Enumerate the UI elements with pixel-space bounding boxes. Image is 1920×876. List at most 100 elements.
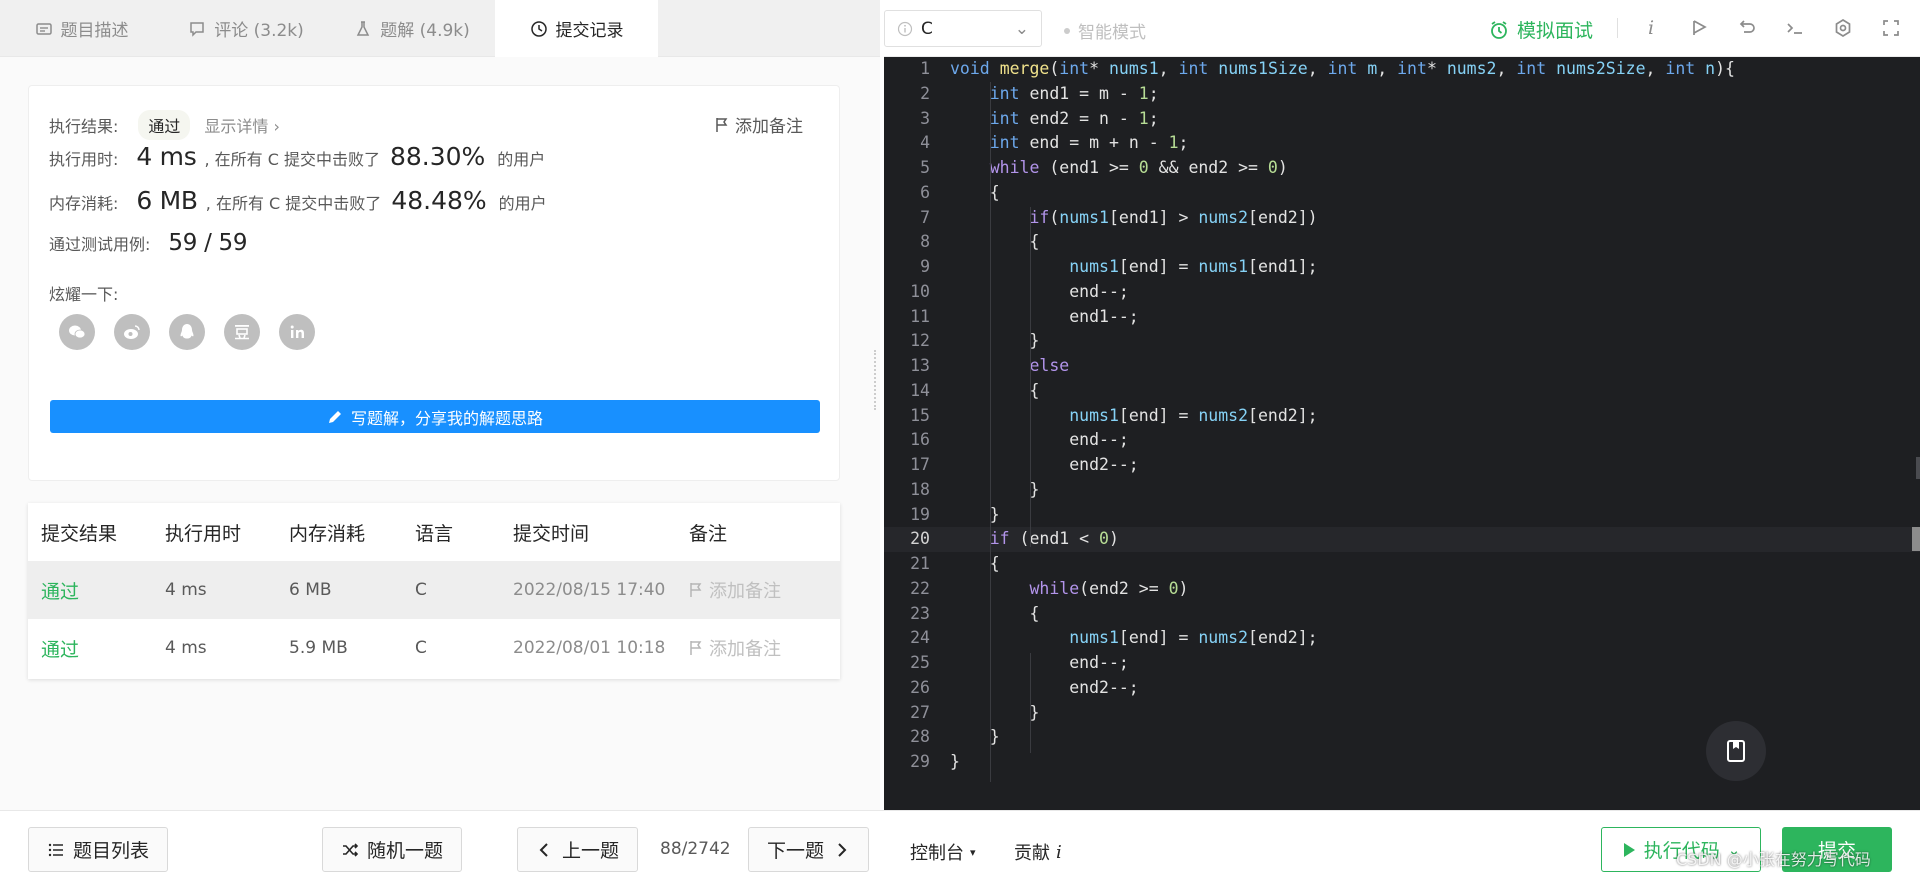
memory-text: , 在所有 C 提交中击败了 <box>205 194 382 213</box>
line-number: 27 <box>910 702 930 722</box>
code-line[interactable]: 11 end1--; <box>884 305 1920 330</box>
problem-list-button[interactable]: 题目列表 <box>28 827 168 872</box>
code-line[interactable]: 25 end--; <box>884 651 1920 676</box>
line-number: 3 <box>920 108 930 128</box>
panel-splitter[interactable] <box>874 350 878 410</box>
row-language: C <box>415 638 427 658</box>
code-line[interactable]: 12 } <box>884 329 1920 354</box>
play-outline-icon[interactable] <box>1688 17 1710 39</box>
prev-problem-button[interactable]: 上一题 <box>517 827 638 872</box>
code-line[interactable]: 7 if(nums1[end1] > nums2[end2]) <box>884 206 1920 231</box>
shuffle-icon <box>342 842 359 857</box>
smart-mode-toggle[interactable]: 智能模式 <box>1064 18 1146 43</box>
prev-problem-label: 上一题 <box>561 840 619 862</box>
code-line[interactable]: 21 { <box>884 552 1920 577</box>
info-icon[interactable]: i <box>1640 17 1662 39</box>
table-row[interactable]: 通过 4 ms 5.9 MB C 2022/08/01 10:18 添加备注 <box>28 619 840 677</box>
code-line[interactable]: 23 { <box>884 602 1920 627</box>
console-toggle[interactable]: 控制台 ▾ <box>910 839 976 865</box>
row-add-note-button[interactable]: 添加备注 <box>689 635 839 661</box>
show-details-link[interactable]: 显示详情 › <box>204 113 280 137</box>
language-select[interactable]: C ⌄ <box>884 10 1042 47</box>
tests-row: 通过测试用例: 59 / 59 <box>49 230 255 256</box>
row-result[interactable]: 通过 <box>28 635 165 662</box>
code-line[interactable]: 6 { <box>884 181 1920 206</box>
code-line[interactable]: 10 end--; <box>884 280 1920 305</box>
code-line[interactable]: 24 nums1[end] = nums2[end2]; <box>884 626 1920 651</box>
scrollbar-thumb[interactable] <box>1912 527 1920 551</box>
exec-time-text: , 在所有 C 提交中击败了 <box>204 150 380 169</box>
header-submitted: 提交时间 <box>513 522 590 545</box>
code-line[interactable]: 1 void merge(int* nums1, int nums1Size, i… <box>884 57 1920 82</box>
code-line[interactable]: 4 int end = m + n - 1; <box>884 131 1920 156</box>
tests-value: 59 / 59 <box>168 230 248 256</box>
bookmark-button[interactable] <box>1706 721 1766 781</box>
exec-time-suffix: 的用户 <box>497 150 546 169</box>
row-memory: 5.9 MB <box>289 638 348 658</box>
editor-toolbar: C ⌄ 智能模式 模拟面试 i <box>884 0 1920 57</box>
exec-time-value: 4 ms <box>136 142 197 171</box>
add-note-button[interactable]: 添加备注 <box>715 112 803 137</box>
caret-down-icon: ▾ <box>970 845 976 859</box>
code-line[interactable]: 26 end2--; <box>884 676 1920 701</box>
line-number: 17 <box>910 455 930 474</box>
wechat-icon[interactable] <box>59 314 95 350</box>
row-add-note-button[interactable]: 添加备注 <box>689 577 839 603</box>
code-line[interactable]: 15 nums1[end] = nums2[end2]; <box>884 404 1920 429</box>
code-line[interactable]: 9 nums1[end] = nums1[end1]; <box>884 255 1920 280</box>
scrollbar-track[interactable] <box>1916 457 1920 479</box>
line-number: 8 <box>920 232 930 252</box>
info-circle-icon <box>897 21 913 36</box>
contribute-button[interactable]: 贡献 i <box>1014 839 1062 865</box>
line-number: 15 <box>910 405 930 425</box>
code-text: } <box>950 479 1040 499</box>
code-text: } <box>950 752 960 771</box>
fullscreen-icon[interactable] <box>1880 17 1902 39</box>
tab-description[interactable]: 题目描述 <box>0 0 163 57</box>
code-line[interactable]: 18 } <box>884 478 1920 503</box>
code-line[interactable]: 22 while(end2 >= 0) <box>884 577 1920 602</box>
code-line[interactable]: 8 { <box>884 230 1920 255</box>
code-text: int end = m + n - 1; <box>989 133 1189 153</box>
row-result[interactable]: 通过 <box>28 577 165 604</box>
mock-interview-button[interactable]: 模拟面试 <box>1489 16 1593 43</box>
random-problem-button[interactable]: 随机一题 <box>322 827 462 872</box>
next-problem-button[interactable]: 下一题 <box>748 827 869 872</box>
settings-icon[interactable] <box>1832 17 1854 39</box>
code-line[interactable]: 20 if (end1 < 0) <box>884 527 1920 552</box>
douban-icon[interactable] <box>224 314 260 350</box>
problem-counter: 88/2742 <box>660 839 731 859</box>
row-language: C <box>415 580 427 600</box>
problem-list-label: 题目列表 <box>72 840 149 862</box>
code-line[interactable]: 14 { <box>884 379 1920 404</box>
weibo-icon[interactable] <box>114 314 150 350</box>
qq-icon[interactable] <box>169 314 205 350</box>
tab-comments[interactable]: 评论 (3.2k) <box>163 0 329 57</box>
code-line[interactable]: 2 int end1 = m - 1; <box>884 82 1920 107</box>
tab-submissions[interactable]: 提交记录 <box>495 0 658 57</box>
code-line[interactable]: 17 end2--; <box>884 453 1920 478</box>
linkedin-icon[interactable] <box>279 314 315 350</box>
reset-icon[interactable] <box>1736 17 1758 39</box>
tab-submissions-label: 提交记录 <box>555 21 624 41</box>
code-text: nums1[end] = nums2[end2]; <box>1069 405 1318 425</box>
code-line[interactable]: 27 } <box>884 701 1920 726</box>
code-line[interactable]: 5 while (end1 >= 0 && end2 >= 0) <box>884 156 1920 181</box>
code-line[interactable]: 16 end--; <box>884 428 1920 453</box>
code-text: } <box>950 727 1000 747</box>
exec-time-row: 执行用时: 4 ms , 在所有 C 提交中击败了 88.30% 的用户 <box>49 142 545 171</box>
contribute-label: 贡献 <box>1014 843 1050 864</box>
code-line[interactable]: 3 int end2 = n - 1; <box>884 107 1920 132</box>
terminal-icon[interactable] <box>1784 17 1806 39</box>
tab-solutions[interactable]: 题解 (4.9k) <box>329 0 495 57</box>
exec-result-label: 执行结果: <box>49 117 119 136</box>
code-line[interactable]: 13 else <box>884 354 1920 379</box>
code-text: end2--; <box>950 455 1139 474</box>
table-row[interactable]: 通过 4 ms 6 MB C 2022/08/15 17:40 添加备注 <box>28 561 840 619</box>
code-text: { <box>950 182 1000 202</box>
smart-mode-label: 智能模式 <box>1078 23 1146 43</box>
code-editor[interactable]: 1 void merge(int* nums1, int nums1Size, i… <box>884 57 1920 810</box>
code-text: nums1[end] = nums1[end1]; <box>1069 257 1318 276</box>
write-solution-button[interactable]: 写题解，分享我的解题思路 <box>50 400 820 433</box>
code-line[interactable]: 19 } <box>884 503 1920 528</box>
